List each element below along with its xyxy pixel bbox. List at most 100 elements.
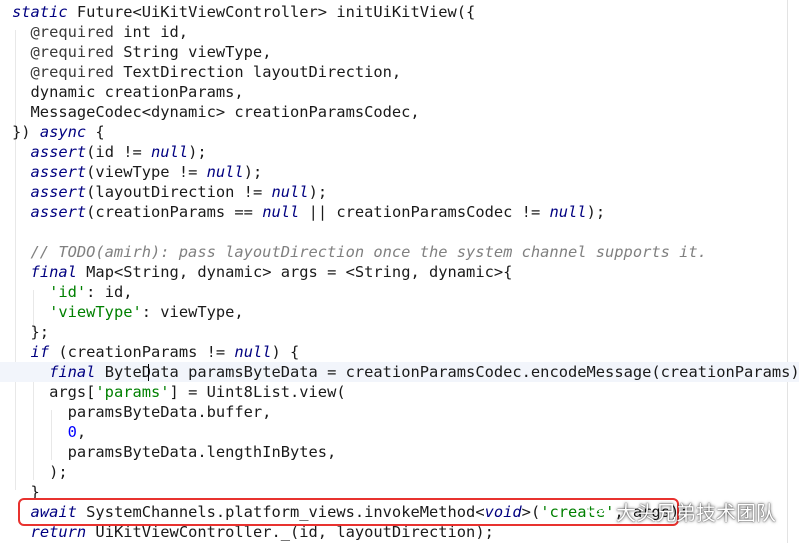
code-token: 'viewType' (49, 303, 142, 321)
code-line[interactable]: assert(viewType != null); (0, 162, 263, 182)
code-token: String viewType, (113, 43, 272, 61)
code-token: : viewType, (141, 303, 244, 321)
code-token: @required (12, 63, 114, 81)
code-token: SystemChannels.platform_views.invokeMeth… (76, 503, 485, 521)
code-token: @required (12, 43, 114, 61)
code-token: Map<String, dynamic> args = <String, dyn… (76, 263, 513, 281)
code-token: await (30, 503, 77, 521)
code-token: assert (30, 163, 87, 181)
code-line[interactable]: static Future<UiKitViewController> initU… (0, 2, 475, 22)
code-token: paramsByteData.buffer, (12, 403, 272, 421)
code-token: static (12, 3, 68, 21)
code-token: void (484, 503, 522, 521)
code-token: null (262, 203, 300, 221)
code-line[interactable]: } (0, 482, 40, 502)
code-token: args[ (12, 383, 96, 401)
code-token: }; (12, 323, 50, 341)
code-line[interactable]: }) async { (0, 122, 105, 142)
code-token: if (30, 343, 50, 361)
code-token: , (76, 423, 87, 441)
code-token: null (549, 203, 587, 221)
text-caret (148, 364, 149, 381)
code-line[interactable]: @required String viewType, (0, 42, 272, 62)
code-token: Future<UiKitViewController> initUiKitVie… (67, 3, 476, 21)
code-token: 0 (67, 423, 77, 441)
code-token: TextDirection layoutDirection, (113, 63, 402, 81)
code-line[interactable]: ); (0, 462, 68, 482)
code-line[interactable]: // TODO(amirh): pass layoutDirection onc… (0, 242, 707, 262)
code-line[interactable]: MessageCodec<dynamic> creationParamsCode… (0, 102, 420, 122)
code-token: (id != (86, 143, 152, 161)
code-line[interactable]: return UiKitViewController._(id, layoutD… (0, 522, 494, 542)
code-token: ); (243, 163, 263, 181)
code-line[interactable]: 0, (0, 422, 87, 442)
code-line[interactable]: 'id': id, (0, 282, 133, 302)
code-line[interactable]: @required TextDirection layoutDirection, (0, 62, 402, 82)
code-token: (layoutDirection != (86, 183, 272, 201)
code-token: ); (308, 183, 328, 201)
code-token: MessageCodec<dynamic> creationParamsCode… (12, 103, 420, 121)
code-token: UiKitViewController._(id, layoutDirectio… (86, 523, 494, 541)
code-token: ByteData paramsByteData = creationParams… (95, 363, 801, 381)
code-line[interactable]: assert(id != null); (0, 142, 207, 162)
code-token: dynamic creationParams, (12, 83, 244, 101)
code-token: final (49, 363, 96, 381)
code-token: assert (30, 143, 87, 161)
code-line[interactable]: if (creationParams != null) { (0, 342, 300, 362)
code-token: final (30, 263, 77, 281)
code-token: { (86, 123, 105, 141)
code-line[interactable]: dynamic creationParams, (0, 82, 244, 102)
code-token: null (234, 343, 272, 361)
code-token: >( (521, 503, 541, 521)
code-token: null (151, 143, 189, 161)
code-line[interactable]: assert(layoutDirection != null); (0, 182, 328, 202)
code-line[interactable] (0, 222, 12, 242)
code-token: return (30, 523, 87, 541)
code-token: @required (12, 23, 114, 41)
code-line[interactable]: assert(creationParams == null || creatio… (0, 202, 606, 222)
right-margin-line (787, 0, 788, 543)
code-token: paramsByteData.lengthInBytes, (12, 443, 337, 461)
code-line[interactable]: await SystemChannels.platform_views.invo… (0, 502, 689, 522)
code-token: : id, (86, 283, 133, 301)
code-token: ); (188, 143, 207, 161)
code-token: 'params' (95, 383, 170, 401)
code-line[interactable]: args['params'] = Uint8List.view( (0, 382, 346, 402)
code-line[interactable]: final ByteData paramsByteData = creation… (0, 362, 801, 382)
code-token: }) (12, 123, 40, 141)
code-token: async (39, 123, 87, 141)
code-line[interactable]: paramsByteData.lengthInBytes, (0, 442, 337, 462)
code-editor[interactable]: static Future<UiKitViewController> initU… (0, 0, 801, 543)
code-token: (viewType != (86, 163, 207, 181)
code-line[interactable]: final Map<String, dynamic> args = <Strin… (0, 262, 513, 282)
watermark: 大头兄弟技术团队 (588, 497, 776, 525)
code-token: } (12, 483, 40, 501)
code-token: assert (30, 183, 87, 201)
watermark-text: 大头兄弟技术团队 (616, 500, 776, 525)
code-token: // TODO(amirh): pass layoutDirection onc… (12, 243, 707, 261)
code-line[interactable]: }; (0, 322, 50, 342)
code-token: (creationParams != (49, 343, 235, 361)
code-token: ); (586, 203, 606, 221)
code-line[interactable]: @required int id, (0, 22, 189, 42)
code-token: null (206, 163, 244, 181)
code-token: || creationParamsCodec != (299, 203, 550, 221)
code-token: ); (12, 463, 68, 481)
code-line[interactable]: 'viewType': viewType, (0, 302, 244, 322)
code-token: null (271, 183, 309, 201)
code-token: (creationParams == (86, 203, 263, 221)
code-line[interactable]: paramsByteData.buffer, (0, 402, 272, 422)
code-token: ) { (271, 343, 300, 361)
code-token: int id, (113, 23, 189, 41)
